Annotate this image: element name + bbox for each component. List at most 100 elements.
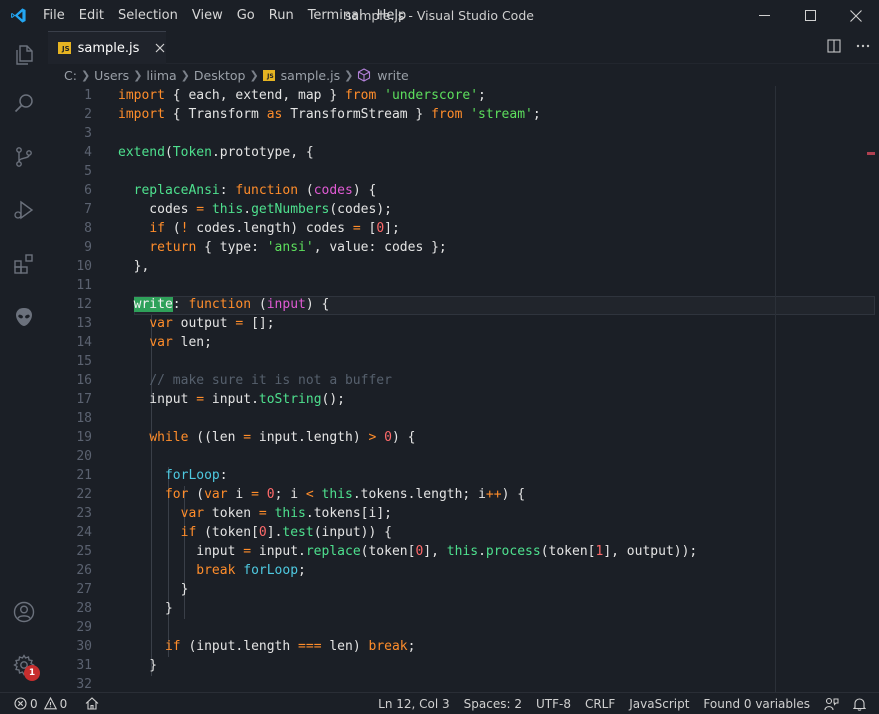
code-line: 23 var token = this.tokens[i];: [48, 504, 879, 523]
minimize-button[interactable]: [741, 0, 787, 31]
code-token: 0: [266, 487, 275, 502]
code-token: =: [243, 544, 252, 559]
feedback-button[interactable]: [817, 693, 846, 714]
code-token: (token[: [196, 525, 259, 540]
end-of-line[interactable]: CRLF: [578, 693, 622, 714]
code-token: ((len: [188, 430, 244, 445]
code-line: 4 extend(Token.prototype, {: [48, 143, 879, 162]
manage-settings-button[interactable]: 1: [0, 641, 48, 689]
breadcrumb-desktop[interactable]: Desktop: [194, 68, 246, 83]
menu-terminal[interactable]: Terminal: [301, 0, 370, 31]
source-control-icon: [16, 147, 32, 167]
search-button[interactable]: [0, 79, 48, 127]
code-token: ; i: [274, 487, 306, 502]
breadcrumb-user[interactable]: liima: [146, 68, 176, 83]
menu-selection[interactable]: Selection: [111, 0, 185, 31]
code-token: ++: [485, 487, 502, 502]
breadcrumb-file[interactable]: sample.js: [281, 68, 340, 83]
breadcrumb: C: ❯ Users ❯ liima ❯ Desktop ❯ JS sample…: [48, 64, 879, 86]
code-token: .: [352, 487, 361, 502]
code-token: 0: [258, 525, 267, 540]
source-control-button[interactable]: [0, 133, 48, 181]
menu-file[interactable]: File: [36, 0, 72, 31]
line-number: 26: [76, 563, 92, 578]
line-number: 19: [76, 430, 92, 445]
indentation[interactable]: Spaces: 2: [457, 693, 529, 714]
line-number: 32: [76, 677, 92, 692]
notifications-button[interactable]: [846, 693, 873, 714]
accounts-button[interactable]: [0, 588, 48, 636]
line-code: while ((len = input.length) > 0) {: [118, 428, 415, 447]
code-token: i: [227, 487, 252, 502]
code-token: .: [251, 392, 259, 407]
code-token: .: [298, 544, 306, 559]
close-window-button[interactable]: [833, 0, 879, 31]
code-line: 1 import { each, extend, map } from 'unde…: [48, 86, 879, 105]
code-token: .: [305, 506, 314, 521]
variables-status[interactable]: Found 0 variables: [696, 693, 817, 714]
home-button[interactable]: [78, 693, 106, 714]
line-code: var len;: [118, 333, 212, 352]
explorer-button[interactable]: [0, 31, 48, 79]
tab-close-button[interactable]: [153, 41, 166, 55]
line-code: if (token[0].test(input)) {: [118, 523, 392, 542]
menu-edit[interactable]: Edit: [72, 0, 111, 31]
code-token: if: [149, 221, 165, 236]
code-token: output: [172, 316, 236, 331]
language-mode[interactable]: JavaScript: [622, 693, 696, 714]
line-number: 5: [84, 164, 92, 179]
code-token: [];: [243, 316, 275, 331]
code-token: (: [251, 297, 267, 312]
code-token: ) {: [391, 430, 416, 445]
code-token: TransformStream }: [282, 107, 432, 122]
run-debug-button[interactable]: [0, 186, 48, 234]
code-token: (input)) {: [313, 525, 392, 540]
breadcrumb-symbol[interactable]: write: [377, 68, 408, 83]
code-token: replace: [305, 544, 361, 559]
code-token: },: [118, 259, 150, 274]
menu-go[interactable]: Go: [230, 0, 262, 31]
editor-scrollbar[interactable]: [867, 86, 879, 692]
run-debug-icon: [14, 200, 34, 220]
maximize-button[interactable]: [787, 0, 833, 31]
tab-sample-js[interactable]: JS sample.js: [48, 31, 166, 64]
breadcrumb-drive[interactable]: C:: [64, 68, 77, 83]
code-token: =: [258, 506, 267, 521]
breadcrumb-users[interactable]: Users: [94, 68, 129, 83]
code-token: =: [251, 487, 259, 502]
code-token: codes: [118, 202, 197, 217]
menu-run[interactable]: Run: [262, 0, 301, 31]
code-editor[interactable]: 1 import { each, extend, map } from 'unde…: [48, 86, 879, 692]
menu-help[interactable]: Help: [370, 0, 414, 31]
cursor-position[interactable]: Ln 12, Col 3: [371, 693, 457, 714]
alien-extension-button[interactable]: [0, 293, 48, 341]
code-line: 8 if (! codes.length) codes = [0];: [48, 219, 879, 238]
split-editor-button[interactable]: [827, 38, 841, 57]
extensions-icon: [14, 254, 33, 274]
javascript-file-icon: JS: [262, 69, 275, 81]
code-line: 24 if (token[0].test(input)) {: [48, 523, 879, 542]
more-actions-button[interactable]: [855, 39, 871, 57]
line-code: input = input.replace(token[0], this.pro…: [118, 542, 697, 561]
code-token: =: [196, 392, 205, 407]
code-token: (token[: [360, 544, 416, 559]
code-token: { each, extend, map }: [164, 88, 345, 103]
code-token: :: [219, 468, 228, 483]
line-number: 23: [76, 506, 92, 521]
encoding[interactable]: UTF-8: [529, 693, 578, 714]
problems-indicator[interactable]: 0 0: [14, 693, 74, 714]
vscode-logo-icon: [0, 0, 36, 31]
extensions-button[interactable]: [0, 240, 48, 288]
code-token: .: [211, 145, 220, 160]
menu-view[interactable]: View: [185, 0, 230, 31]
code-token: codes: [313, 183, 353, 198]
